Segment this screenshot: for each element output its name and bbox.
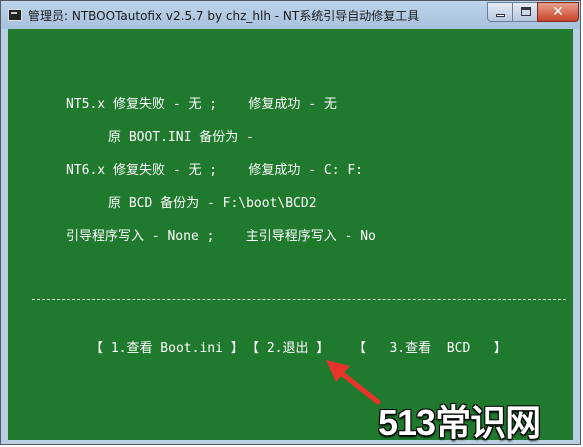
- annotation-arrow-icon: [326, 360, 381, 405]
- watermark-logo: 513常识网: [378, 402, 541, 443]
